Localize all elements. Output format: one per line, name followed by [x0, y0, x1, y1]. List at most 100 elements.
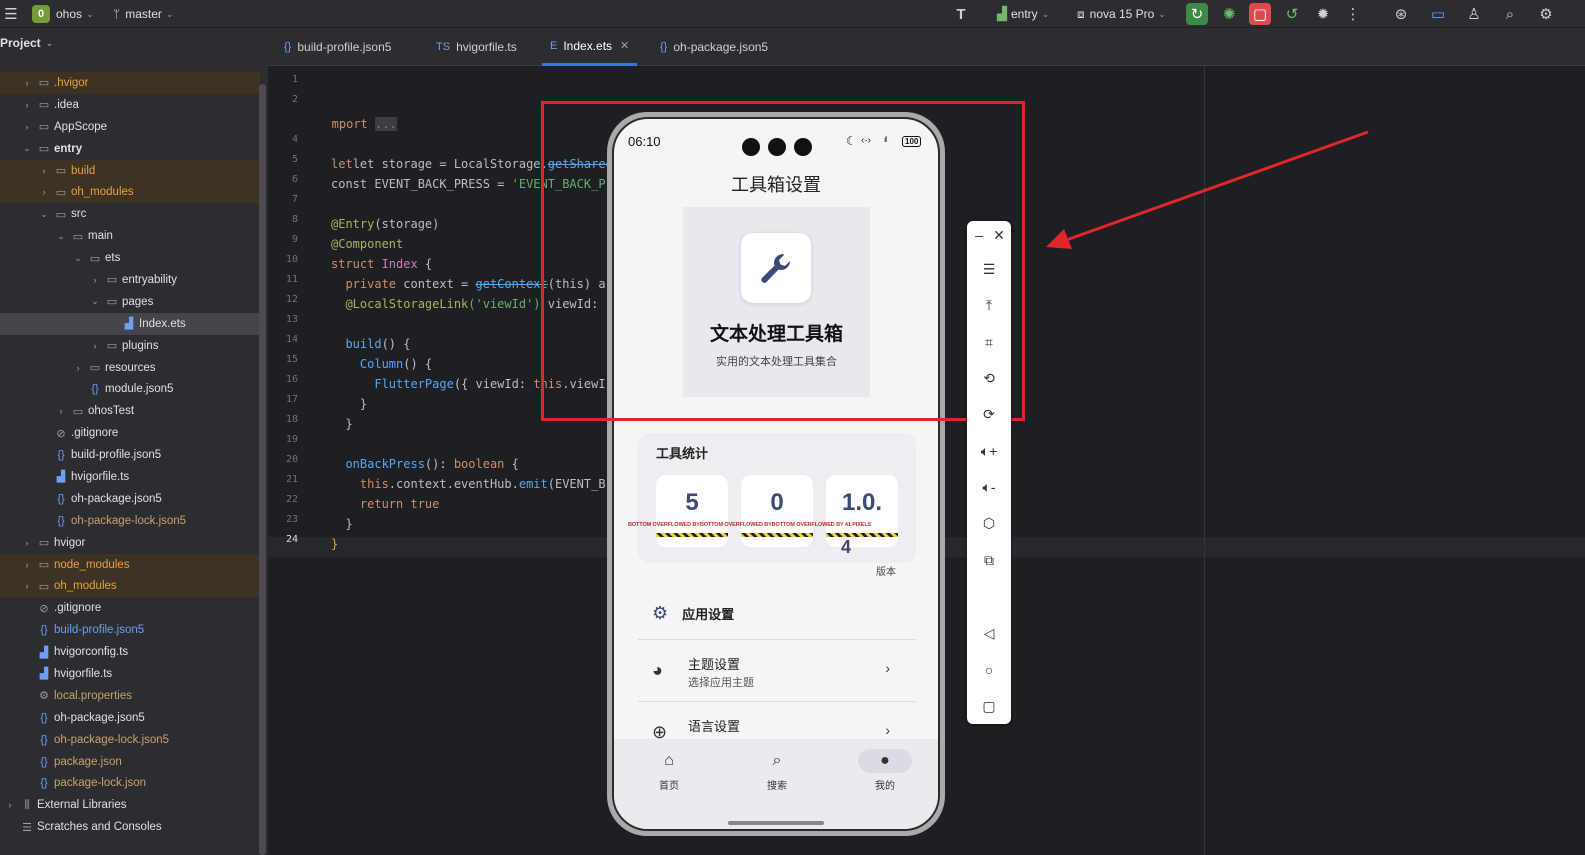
- chevron-right-icon[interactable]: ›: [21, 78, 33, 88]
- tree-item[interactable]: {} oh-package-lock.json5: [0, 729, 260, 751]
- chevron-right-icon[interactable]: ›: [21, 581, 33, 591]
- tree-item[interactable]: › ▭ .hvigor: [0, 72, 260, 94]
- tree-item[interactable]: › ▭ AppScope: [0, 116, 260, 138]
- multi-device-icon[interactable]: ⧉: [967, 548, 1011, 572]
- chevron-down-icon[interactable]: ⌄: [89, 296, 101, 307]
- tree-item[interactable]: {} oh-package.json5: [0, 707, 260, 729]
- tree-item[interactable]: ⚙ local.properties: [0, 685, 260, 707]
- close-icon[interactable]: ✕: [977, 223, 1021, 247]
- branch-switcher[interactable]: ᛘ master ⌄: [113, 0, 173, 28]
- tree-item[interactable]: ⊘ .gitignore: [0, 597, 260, 619]
- volume-down-icon[interactable]: 🔈︎-: [967, 475, 1011, 499]
- chevron-down-icon[interactable]: ⌄: [21, 143, 33, 154]
- tree-item-label: oh_modules: [54, 580, 117, 593]
- nav-search[interactable]: ⌕ 搜索: [747, 749, 807, 792]
- search-icon[interactable]: ⌕: [1499, 3, 1521, 25]
- tree-item[interactable]: ⌄ ▭ ets: [0, 247, 260, 269]
- tree-item[interactable]: ⊘ .gitignore: [0, 422, 260, 444]
- debug-icon[interactable]: ✺: [1218, 3, 1240, 25]
- tree-item[interactable]: ☰ Scratches and Consoles: [0, 816, 260, 838]
- line-number: 6: [291, 174, 298, 185]
- json-file-icon: {}: [40, 711, 48, 724]
- attach-debugger-icon[interactable]: ✹: [1312, 3, 1334, 25]
- tree-item[interactable]: ⌄ ▭ src: [0, 203, 260, 225]
- tree-item[interactable]: {} oh-package-lock.json5: [0, 510, 260, 532]
- account-icon[interactable]: ♙: [1463, 3, 1485, 25]
- apply-changes-icon[interactable]: ↺: [1281, 3, 1303, 25]
- recents-icon[interactable]: ▢: [967, 694, 1011, 718]
- settings-gear-icon[interactable]: ⚙: [1535, 3, 1557, 25]
- tree-item[interactable]: › ▭ resources: [0, 357, 260, 379]
- tree-item[interactable]: ⌄ ▭ entry: [0, 138, 260, 160]
- menu-icon[interactable]: ☰: [967, 257, 1011, 281]
- more-icon[interactable]: ⋮: [1342, 3, 1364, 25]
- translate-button[interactable]: T: [950, 0, 972, 28]
- device-selector[interactable]: ⧈ nova 15 Pro ⌄: [1077, 0, 1166, 28]
- tree-item[interactable]: {} module.json5: [0, 378, 260, 400]
- chevron-right-icon[interactable]: ›: [89, 275, 101, 285]
- project-view-selector[interactable]: Project ⌄: [0, 36, 53, 50]
- tree-item[interactable]: ▟ Index.ets: [0, 312, 260, 335]
- tree-item[interactable]: ⌄ ▭ pages: [0, 291, 260, 313]
- tree-item[interactable]: › ▭ ohosTest: [0, 400, 260, 422]
- close-icon[interactable]: ✕: [620, 39, 629, 52]
- chevron-down-icon[interactable]: ⌄: [55, 231, 67, 242]
- tree-item[interactable]: {} package.json: [0, 751, 260, 773]
- tab-hvigorfile[interactable]: TS hvigorfile.ts: [428, 28, 525, 66]
- main-menu-button[interactable]: ☰: [0, 0, 22, 28]
- chevron-right-icon[interactable]: ›: [89, 341, 101, 351]
- tree-item[interactable]: ⌄ ▭ main: [0, 225, 260, 247]
- chevron-right-icon[interactable]: ›: [21, 100, 33, 110]
- chevron-right-icon[interactable]: ›: [21, 560, 33, 570]
- tree-item[interactable]: ▟ hvigorfile.ts: [0, 466, 260, 488]
- project-structure-icon[interactable]: ▭: [1427, 3, 1449, 25]
- chevron-right-icon[interactable]: ›: [72, 363, 84, 373]
- chevron-down-icon[interactable]: ⌄: [38, 209, 50, 220]
- tree-item[interactable]: {} package-lock.json: [0, 773, 260, 795]
- chevron-right-icon[interactable]: ›: [21, 538, 33, 548]
- nav-home[interactable]: ⌂ 首页: [639, 749, 699, 792]
- tree-item[interactable]: › ▭ .idea: [0, 94, 260, 116]
- folded-imports[interactable]: ...: [375, 117, 397, 131]
- target-icon[interactable]: ⊛: [1390, 3, 1412, 25]
- tree-item[interactable]: ▟ hvigorconfig.ts: [0, 641, 260, 663]
- tree-item[interactable]: › ▭ plugins: [0, 335, 260, 357]
- tree-item[interactable]: {} build-profile.json5: [0, 619, 260, 641]
- sidebar-scrollbar[interactable]: [259, 84, 266, 855]
- tree-item[interactable]: › ▭ oh_modules: [0, 181, 260, 204]
- chevron-right-icon[interactable]: ›: [55, 406, 67, 416]
- rerun-icon[interactable]: ↻: [1186, 3, 1208, 25]
- theme-setting-row[interactable]: ◕ 主题设置 选择应用主题 ›: [638, 639, 916, 701]
- fold-device-icon[interactable]: ⬡: [967, 511, 1011, 535]
- tree-item[interactable]: {} oh-package.json5: [0, 488, 260, 510]
- nav-profile[interactable]: ● 我的: [855, 749, 915, 792]
- tree-item[interactable]: ▟ hvigorfile.ts: [0, 663, 260, 685]
- crop-screenshot-icon[interactable]: ⌗: [967, 330, 1011, 354]
- tree-item[interactable]: {} build-profile.json5: [0, 444, 260, 466]
- home-circle-icon[interactable]: ○: [967, 658, 1011, 682]
- chevron-right-icon[interactable]: ›: [38, 166, 50, 176]
- tab-oh-package[interactable]: {} oh-package.json5: [652, 28, 776, 66]
- pin-top-icon[interactable]: ⤒: [967, 293, 1011, 317]
- chevron-right-icon[interactable]: ›: [38, 187, 50, 197]
- stop-icon[interactable]: ▢: [1249, 3, 1271, 25]
- tree-item[interactable]: › ⫼ External Libraries: [0, 794, 260, 816]
- tree-item[interactable]: › ▭ oh_modules: [0, 575, 260, 598]
- tree-item-label: package-lock.json: [54, 777, 147, 790]
- volume-up-icon[interactable]: 🔈︎+: [967, 439, 1011, 463]
- tree-item[interactable]: › ▭ hvigor: [0, 532, 260, 554]
- project-switcher[interactable]: 0 ohos ⌄: [32, 0, 94, 28]
- tree-item[interactable]: › ▭ node_modules: [0, 553, 260, 576]
- tab-build-profile[interactable]: {} build-profile.json5: [276, 28, 399, 66]
- tab-index-ets[interactable]: E Index.ets ✕: [542, 28, 638, 66]
- run-config-selector[interactable]: ▟ entry ⌄: [997, 0, 1049, 28]
- back-icon[interactable]: ◁: [967, 621, 1011, 645]
- tree-item[interactable]: › ▭ build: [0, 159, 260, 182]
- home-indicator[interactable]: [728, 821, 824, 825]
- chevron-down-icon[interactable]: ⌄: [72, 253, 84, 264]
- tree-item[interactable]: › ▭ entryability: [0, 269, 260, 291]
- rotate-right-icon[interactable]: ⟳: [967, 402, 1011, 426]
- chevron-right-icon[interactable]: ›: [21, 122, 33, 132]
- chevron-right-icon[interactable]: ›: [4, 800, 16, 810]
- rotate-icon[interactable]: ⟲: [967, 366, 1011, 390]
